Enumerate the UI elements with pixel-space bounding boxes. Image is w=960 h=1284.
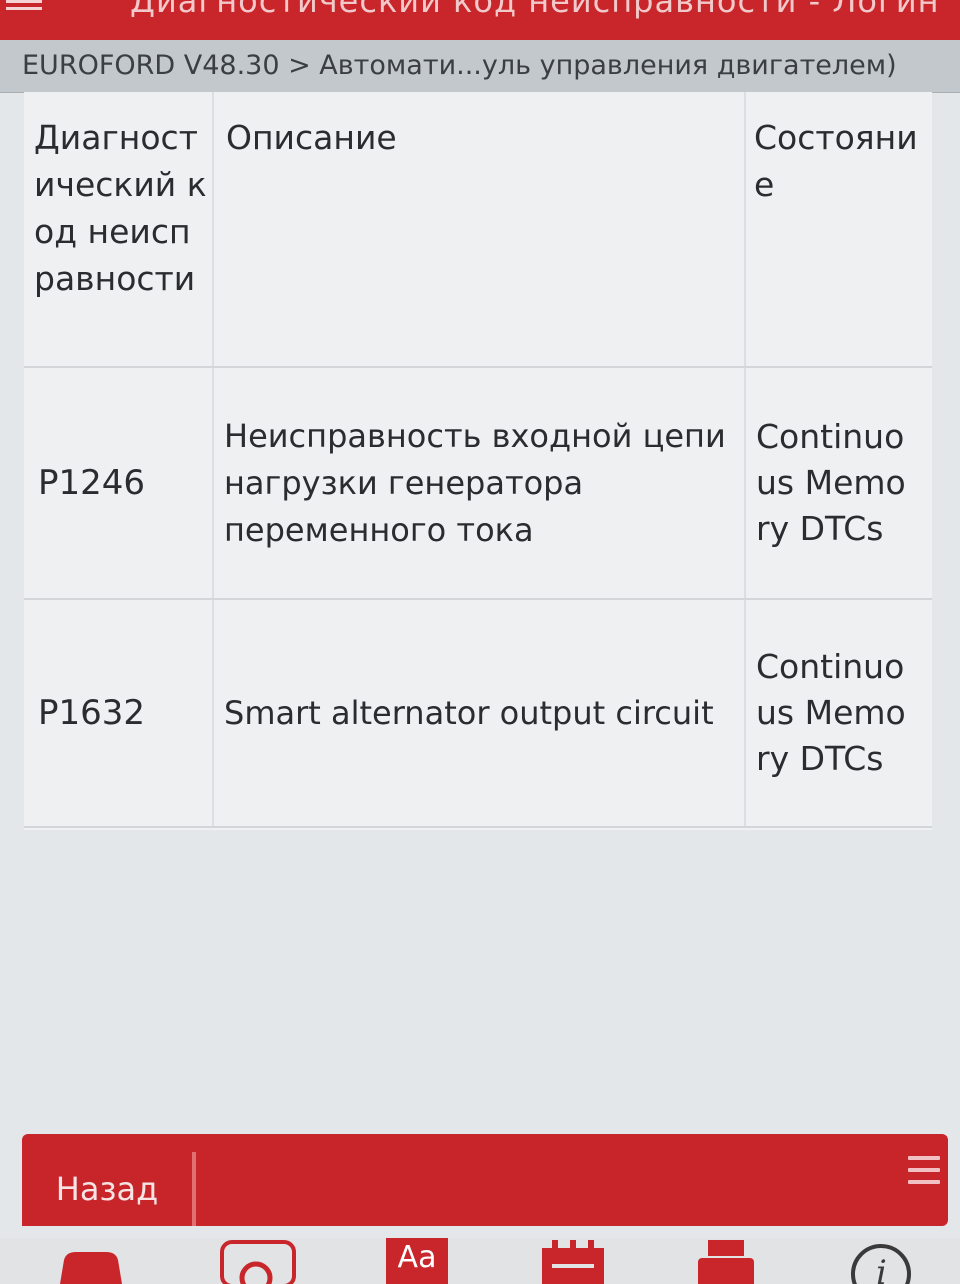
dtc-code-cell: P1632: [24, 600, 214, 826]
dtc-description-cell: Smart alternator output circuit: [216, 600, 746, 826]
search-icon[interactable]: [220, 1238, 296, 1284]
bottom-action-bar: Назад: [22, 1134, 948, 1226]
dtc-table: Диагностический код неисправности Описан…: [24, 92, 932, 830]
car-icon[interactable]: [54, 1238, 128, 1284]
dtc-code-cell: P1246: [24, 368, 214, 598]
svg-text:i: i: [876, 1253, 887, 1284]
table-row[interactable]: P1632 Smart alternator output circuit Co…: [24, 600, 932, 828]
dtc-description-cell: Неисправность входной цепи нагрузки гене…: [216, 368, 746, 598]
menu-icon[interactable]: [6, 0, 42, 14]
app-title: Диагностический код неисправности - Логи…: [130, 0, 940, 20]
bottom-toolbar: Aa i: [0, 1238, 960, 1284]
dtc-state: Continuous Memory DTCs: [756, 417, 906, 548]
font-size-icon[interactable]: Aa: [386, 1238, 448, 1284]
back-button[interactable]: Назад: [22, 1152, 196, 1226]
header-description: Описание: [216, 92, 746, 366]
title-bar: Диагностический код неисправности - Логи…: [0, 0, 960, 40]
calendar-icon[interactable]: [540, 1238, 606, 1284]
dtc-description: Неисправность входной цепи нагрузки гене…: [224, 416, 726, 549]
header-code: Диагностический код неисправности: [24, 92, 214, 366]
header-state: Состояние: [754, 118, 918, 204]
dtc-state: Continuous Memory DTCs: [756, 647, 906, 778]
breadcrumb-text: EUROFORD V48.30 > Автомати...уль управле…: [22, 50, 897, 81]
printer-icon[interactable]: [696, 1238, 756, 1284]
hamburger-icon[interactable]: [908, 1156, 940, 1192]
breadcrumb: EUROFORD V48.30 > Автомати...уль управле…: [0, 40, 960, 93]
dtc-code: P1246: [38, 463, 146, 503]
dtc-state-cell: Continuous Memory DTCs: [748, 368, 932, 598]
dtc-state-cell: Continuous Memory DTCs: [748, 600, 932, 826]
dtc-description: Smart alternator output circuit: [224, 693, 714, 732]
dtc-code: P1632: [38, 693, 146, 733]
info-icon[interactable]: i: [848, 1238, 914, 1284]
table-header-row: Диагностический код неисправности Описан…: [24, 92, 932, 368]
table-row[interactable]: P1246 Неисправность входной цепи нагрузк…: [24, 368, 932, 600]
